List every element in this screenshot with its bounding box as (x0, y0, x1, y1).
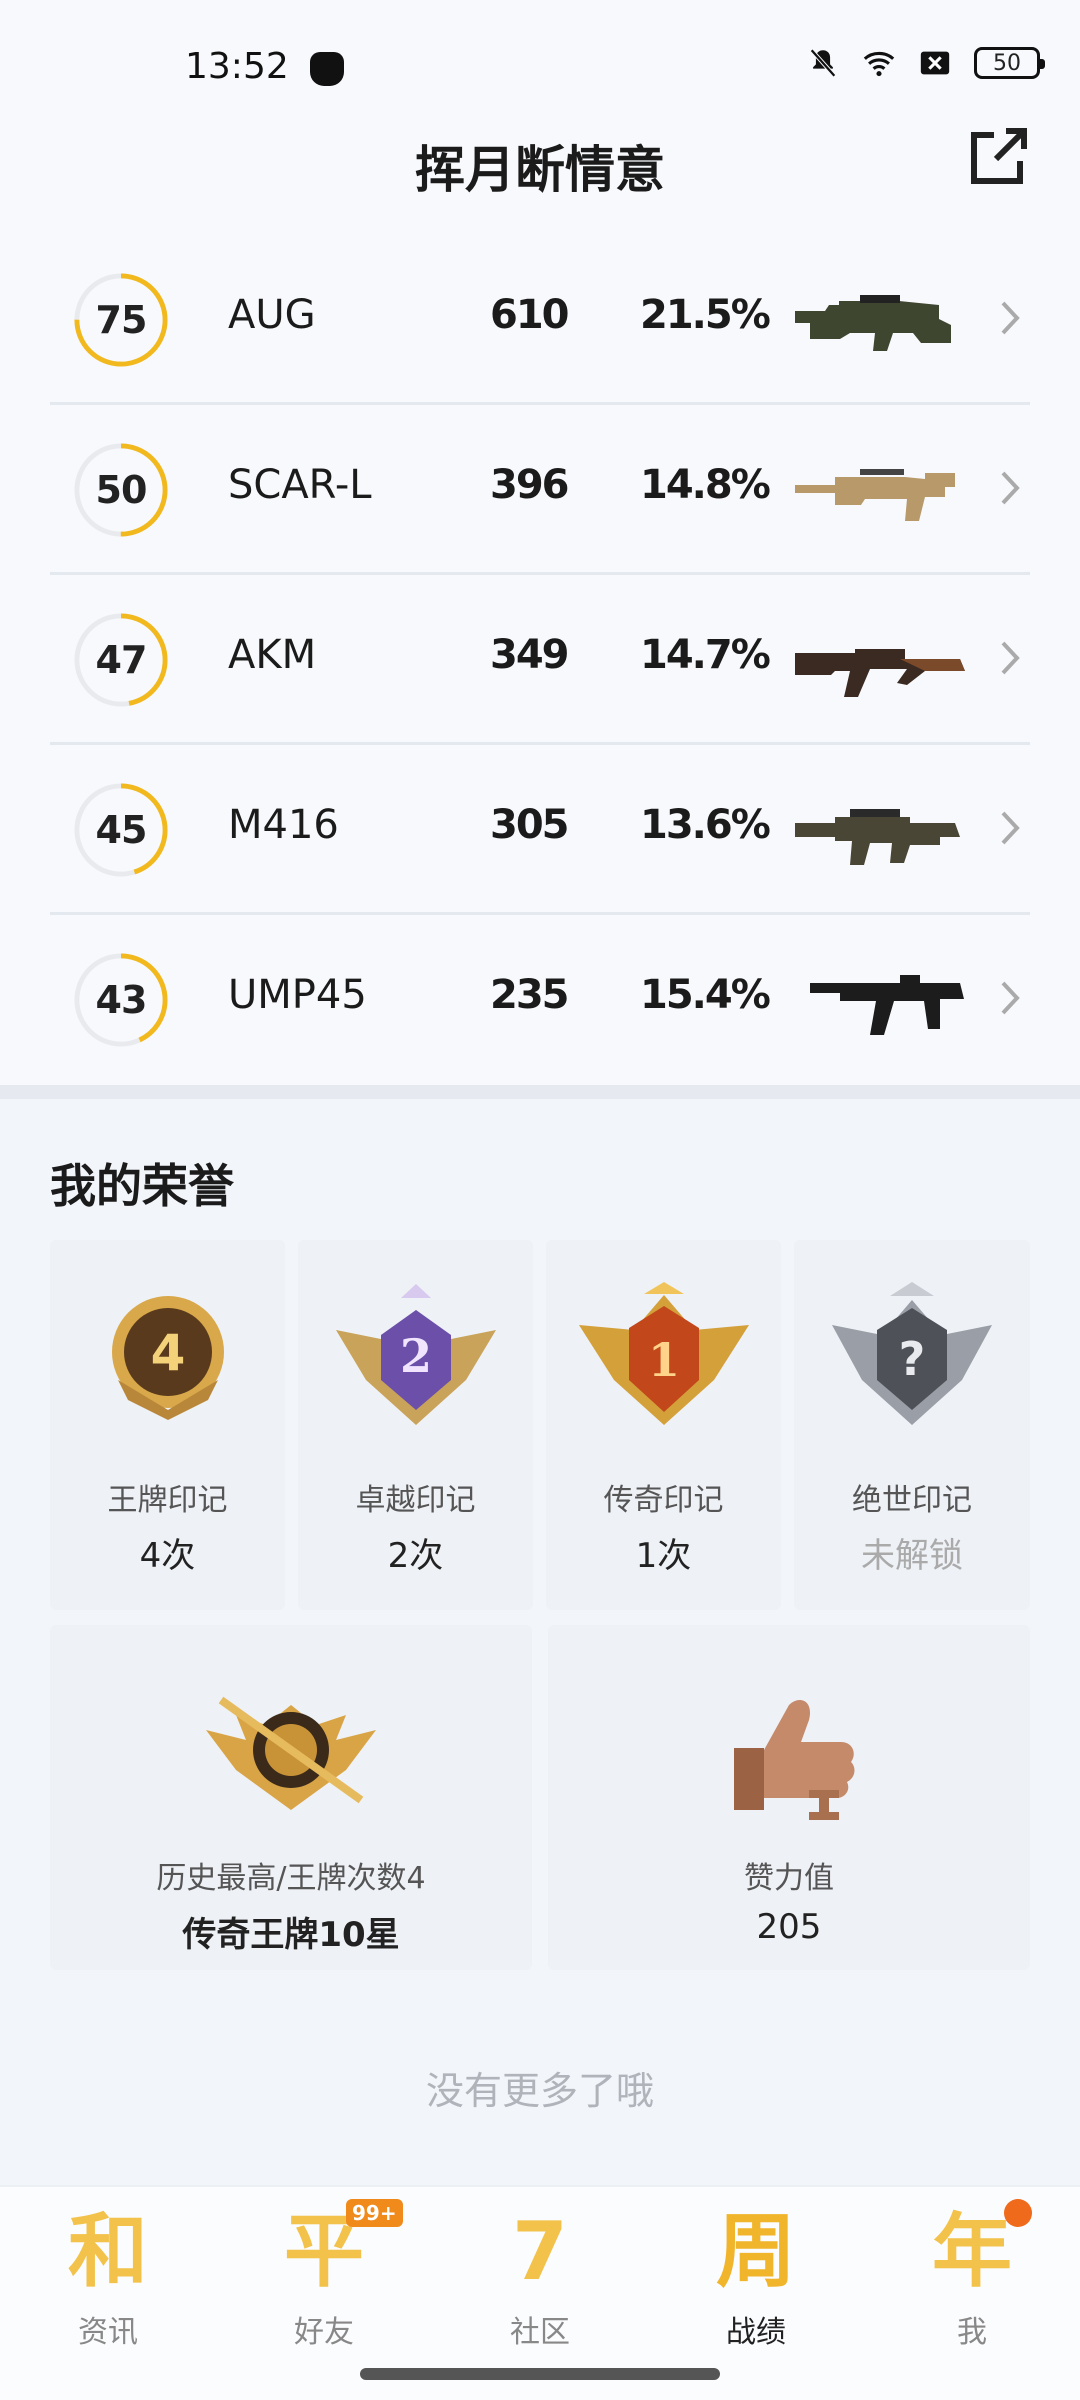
weapon-rate: 21.5% (640, 292, 771, 338)
badge-number: 2 (399, 1329, 431, 1383)
weapon-kills: 235 (490, 972, 569, 1018)
highest-rank-value: 传奇王牌10星 (182, 1915, 400, 1955)
weapon-level: 50 (95, 468, 148, 512)
tab-label: 战绩 (726, 2315, 786, 2350)
badge-card-peerless[interactable]: ? 绝世印记 未解锁 (794, 1240, 1030, 1610)
peerless-mark-icon: ? (832, 1282, 992, 1425)
honor-section-title: 我的荣誉 (50, 1159, 234, 1213)
tab-label: 社区 (510, 2315, 570, 2350)
notification-badge: 99+ (346, 2199, 403, 2227)
weapon-row[interactable]: 43 UMP45 235 15.4% (50, 915, 1030, 1085)
battery-level: 50 (993, 50, 1021, 76)
aug-rifle-image (795, 295, 951, 351)
weapon-rate: 13.6% (640, 802, 771, 848)
community-tab-icon: 7 (512, 2205, 568, 2298)
badge-card-legend[interactable]: 1 传奇印记 1次 (546, 1240, 781, 1610)
badge-count: 1次 (635, 1536, 692, 1576)
badge-card-excellence[interactable]: 2 卓越印记 2次 (298, 1240, 533, 1610)
weapon-level: 47 (95, 638, 148, 682)
weapon-row[interactable]: 47 AKM 349 14.7% (50, 575, 1030, 745)
highest-rank-label: 历史最高/王牌次数4 (156, 1861, 426, 1896)
tab-label: 好友 (294, 2315, 354, 2350)
home-indicator[interactable] (360, 2368, 720, 2380)
excellence-mark-icon: 2 (335, 1284, 496, 1425)
ace-mark-icon: 4 (111, 1296, 224, 1420)
security-shield-icon (310, 52, 344, 86)
tab-friends[interactable]: 平 99+ 好友 (216, 2187, 432, 2387)
end-of-list-text: 没有更多了哦 (425, 2069, 654, 2113)
weapon-name: AUG (228, 292, 316, 338)
share-icon[interactable] (966, 125, 1030, 189)
badge-count: 2次 (387, 1536, 444, 1576)
weapon-name: UMP45 (228, 972, 367, 1018)
badge-label: 绝世印记 (852, 1483, 972, 1518)
status-icons: 50 (806, 46, 1045, 80)
badge-label: 王牌印记 (107, 1483, 228, 1518)
weapon-row[interactable]: 50 SCAR-L 396 14.8% (50, 405, 1030, 575)
legend-ace-rank-icon (206, 1696, 376, 1810)
weapon-list: 75 AUG 610 21.5% 50 SCAR-L 396 14.8% 47 … (0, 235, 1080, 1085)
likes-card[interactable]: 赞力值 205 (548, 1625, 1030, 1970)
records-tab-icon: 周 (716, 2205, 796, 2298)
section-divider (0, 1085, 1080, 1099)
chevron-right-icon (1001, 641, 1020, 675)
badge-number: ? (899, 1332, 926, 1386)
thumbs-up-icon (734, 1700, 855, 1820)
chevron-right-icon (1001, 471, 1020, 505)
weapon-rate: 14.7% (640, 632, 771, 678)
news-tab-icon: 和 (68, 2205, 148, 2298)
tab-community[interactable]: 7 社区 (432, 2187, 648, 2387)
ump45-smg-image (810, 975, 964, 1035)
badge-label: 传奇印记 (603, 1483, 724, 1518)
weapon-level: 43 (95, 978, 148, 1022)
akm-rifle-image (795, 649, 965, 697)
badge-number: 1 (647, 1333, 679, 1387)
highest-rank-card[interactable]: 历史最高/王牌次数4 传奇王牌10星 (50, 1625, 532, 1970)
mute-bell-icon (810, 48, 836, 78)
weapon-name: M416 (228, 802, 339, 848)
tab-label: 我 (957, 2315, 987, 2350)
weapon-name: SCAR-L (228, 462, 372, 508)
wifi-icon (863, 51, 895, 77)
likes-label: 赞力值 (744, 1861, 834, 1896)
badge-number: 4 (150, 1324, 185, 1382)
weapon-row[interactable]: 45 M416 305 13.6% (50, 745, 1030, 915)
weapon-kills: 610 (490, 292, 569, 338)
legend-mark-icon: 1 (578, 1282, 749, 1425)
status-bar: 13:52 50 (0, 0, 1080, 120)
weapon-rate: 15.4% (640, 972, 771, 1018)
weapon-name: AKM (228, 632, 317, 678)
badge-label: 卓越印记 (355, 1483, 476, 1518)
tab-me[interactable]: 年 我 (864, 2187, 1080, 2387)
weapon-kills: 396 (490, 462, 569, 508)
tab-label: 资讯 (78, 2315, 138, 2350)
weapon-row[interactable]: 75 AUG 610 21.5% (50, 235, 1030, 405)
badge-count: 4次 (139, 1536, 196, 1576)
weapon-kills: 305 (490, 802, 569, 848)
battery-icon: 50 (974, 47, 1045, 79)
weapon-level: 75 (95, 298, 148, 342)
chevron-right-icon (1001, 811, 1020, 845)
likes-value: 205 (756, 1907, 822, 1947)
weapon-rate: 14.8% (640, 462, 771, 508)
sim-off-icon (920, 51, 950, 75)
tab-records[interactable]: 周 战绩 (648, 2187, 864, 2387)
chevron-right-icon (1001, 981, 1020, 1015)
badge-status: 未解锁 (861, 1536, 963, 1576)
m416-rifle-image (795, 809, 960, 865)
status-time: 13:52 (185, 46, 289, 87)
weapon-kills: 349 (490, 632, 569, 678)
scar-l-rifle-image (795, 469, 955, 521)
badge-card-ace[interactable]: 4 王牌印记 4次 (50, 1240, 285, 1610)
notification-dot (1004, 2199, 1032, 2227)
me-tab-icon: 年 (932, 2205, 1012, 2298)
page-title: 挥月断情意 (415, 141, 665, 199)
chevron-right-icon (1001, 301, 1020, 335)
weapon-level: 45 (95, 808, 148, 852)
tab-news[interactable]: 和 资讯 (0, 2187, 216, 2387)
top-bar: 挥月断情意 (0, 120, 1080, 235)
